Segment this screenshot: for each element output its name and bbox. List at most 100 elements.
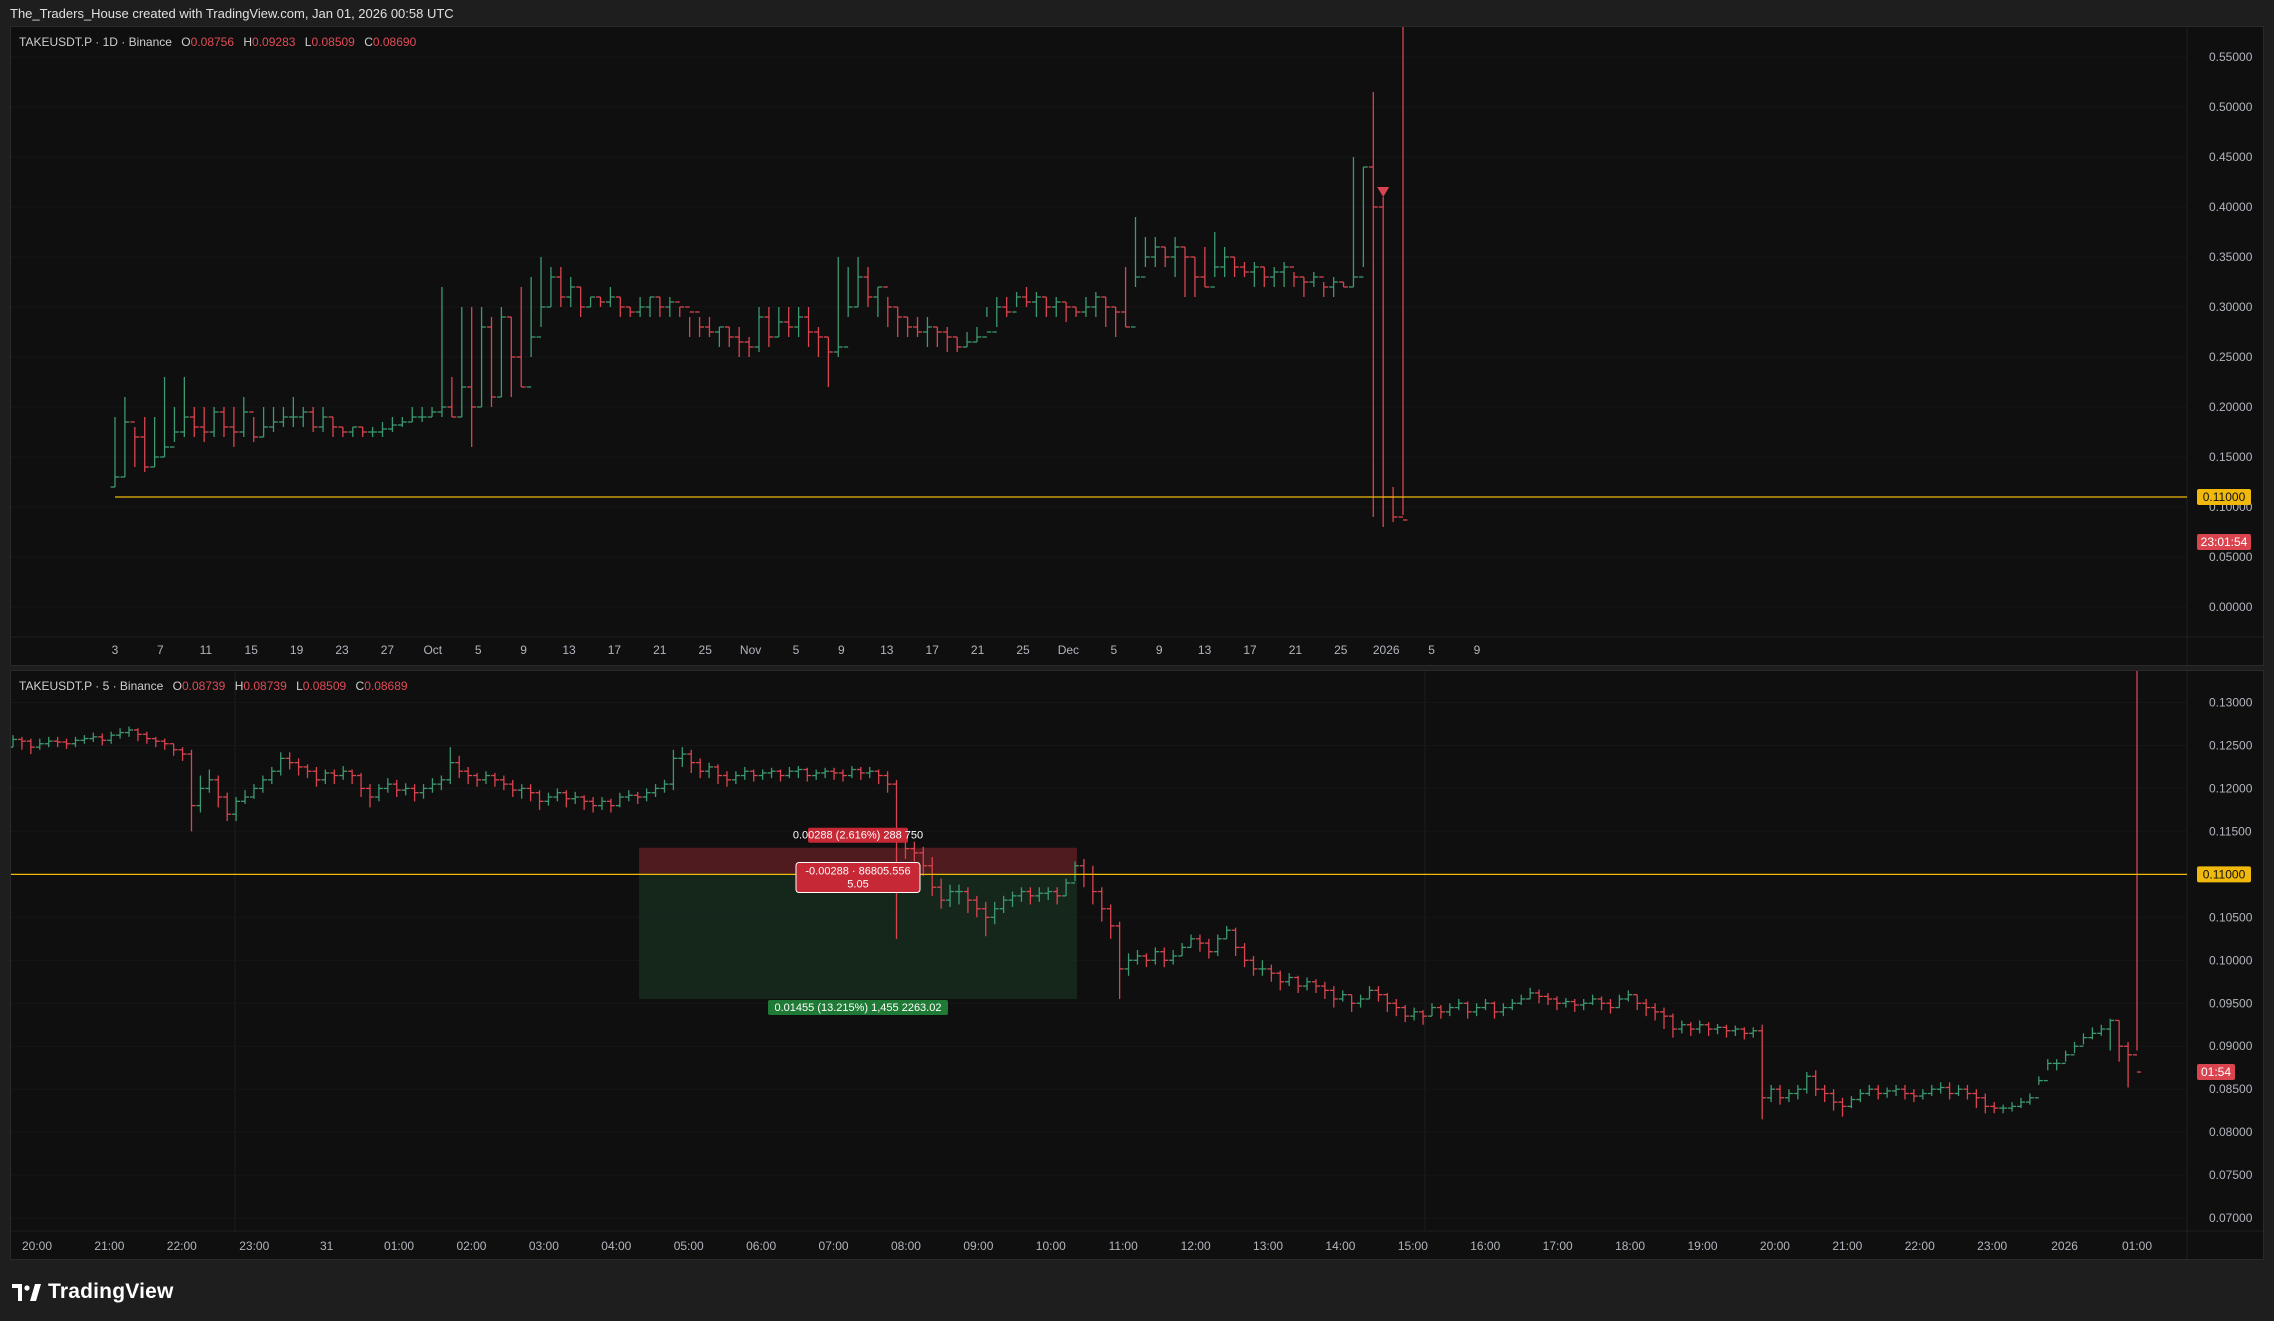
5m-legend: TAKEUSDT.P · 5 · Binance O0.08739 H0.087… xyxy=(19,679,408,693)
price-tick-label: 0.50000 xyxy=(2209,100,2253,114)
ohlc-bar xyxy=(1091,292,1101,317)
time-tick-label: 20:00 xyxy=(22,1239,52,1253)
ohlc-bar xyxy=(1383,992,1392,1012)
ohlc-bar xyxy=(1972,1089,1981,1109)
ohlc-bar xyxy=(785,766,794,779)
price-tick-label: 0.30000 xyxy=(2209,300,2253,314)
ohlc-bar xyxy=(2043,1059,2052,1082)
ohlc-bar xyxy=(1686,1022,1695,1036)
ohlc-bar xyxy=(481,771,491,785)
ohlc-bar xyxy=(1784,1089,1793,1103)
ohlc-bar xyxy=(328,416,338,437)
ohlc-bar xyxy=(2052,1059,2061,1071)
ohlc-bar xyxy=(903,316,913,337)
ohlc-bar xyxy=(229,407,239,447)
ohlc-bar xyxy=(830,767,839,780)
ohlc-bar xyxy=(544,792,553,806)
ohlc-bar xyxy=(1240,262,1249,277)
ohlc-bar xyxy=(1838,1097,1847,1117)
time-tick-label: 9 xyxy=(1156,643,1163,657)
ohlc-bar xyxy=(705,762,714,779)
ohlc-bar xyxy=(1535,989,1544,1004)
ohlc-bar xyxy=(269,407,278,432)
daily-chart-svg[interactable]: 0.55000 0.50000 0.45000 0.40000 0.35000 0.300… xyxy=(11,27,2263,665)
ohlc-bar xyxy=(249,411,259,442)
ohlc-bar xyxy=(407,407,417,423)
ohlc-bar xyxy=(1436,1004,1445,1019)
ohlc-bar xyxy=(140,417,150,472)
ohlc-bar xyxy=(1398,27,1408,521)
5m-low-label: L xyxy=(296,679,303,693)
ohlc-bar xyxy=(1936,1082,1945,1094)
ohlc-bar xyxy=(1758,1024,1767,1120)
ohlc-bar xyxy=(1642,998,1651,1017)
ohlc-bar xyxy=(1285,973,1294,987)
daily-time-scale: 3 7 11 15 19 23 27 Oct 5 9 13 17 21 25 Nov 5 9 13 17 21 25 De… xyxy=(112,643,1481,657)
time-tick-label: 18:00 xyxy=(1615,1239,1645,1253)
ohlc-bar xyxy=(1419,1010,1428,1025)
ohlc-bar xyxy=(401,783,410,796)
footer: TradingView xyxy=(0,1262,2274,1321)
ohlc-bar xyxy=(1981,1093,1990,1114)
ohlc-bar xyxy=(615,792,624,808)
ohlc-bar xyxy=(1704,1022,1713,1036)
time-tick-label: 21 xyxy=(1289,643,1303,657)
ohlc-bar xyxy=(794,766,803,779)
ohlc-bar xyxy=(695,311,705,337)
ohlc-bar xyxy=(767,767,776,779)
ohlc-bar xyxy=(2115,1019,2124,1062)
ohlc-bar xyxy=(1633,994,1642,1011)
ohlc-bar xyxy=(1963,1084,1972,1100)
ohlc-bar xyxy=(318,407,328,432)
5m-low-value: 0.08509 xyxy=(302,679,347,693)
5m-chart-panel[interactable]: TAKEUSDT.P · 5 · Binance O0.08739 H0.087… xyxy=(10,670,2264,1260)
time-tick-label: 23:00 xyxy=(1977,1239,2007,1253)
ohlc-bar xyxy=(517,784,526,799)
daily-chart-panel[interactable]: TAKEUSDT.P · 1D · Binance O0.08756 H0.09… xyxy=(10,26,2264,666)
ohlc-bar xyxy=(312,766,321,787)
time-tick-label: 12:00 xyxy=(1181,1239,1211,1253)
time-tick-label: 21:00 xyxy=(1832,1239,1862,1253)
price-tick-label: 0.55000 xyxy=(2209,50,2253,64)
ohlc-bar xyxy=(571,791,580,804)
ohlc-bar xyxy=(724,326,734,347)
ohlc-bar xyxy=(516,287,526,388)
time-tick-label: 25 xyxy=(1016,643,1030,657)
ohlc-bar xyxy=(1378,197,1388,527)
ohlc-bar xyxy=(1133,949,1142,965)
time-tick-label: 7 xyxy=(157,643,164,657)
time-tick-label: 22:00 xyxy=(167,1239,197,1253)
ohlc-bar xyxy=(1289,266,1299,287)
ohlc-bar xyxy=(685,306,695,337)
5m-chart-svg[interactable]: 0.00288 (2.616%) 288 750 -0.00288 · 86805… xyxy=(11,671,2263,1259)
ohlc-bar xyxy=(17,736,26,750)
ohlc-bar xyxy=(606,798,615,813)
time-tick-label: 9 xyxy=(838,643,845,657)
ohlc-bar xyxy=(1918,1089,1927,1100)
daily-high-value: 0.09283 xyxy=(252,35,296,49)
ohlc-bar xyxy=(1151,947,1160,965)
ohlc-bar xyxy=(893,306,903,337)
ohlc-bar xyxy=(1820,1084,1829,1103)
ohlc-bar xyxy=(942,327,952,352)
price-tick-label: 0.05000 xyxy=(2209,550,2253,564)
ohlc-bar xyxy=(241,790,250,804)
ohlc-bar xyxy=(740,766,749,780)
price-tick-label: 0.08000 xyxy=(2209,1125,2253,1139)
ohlc-bar xyxy=(794,307,804,337)
time-tick-label: 09:00 xyxy=(963,1239,993,1253)
ohlc-bar xyxy=(1169,949,1178,965)
ohlc-bar xyxy=(447,377,457,418)
ohlc-bar xyxy=(1031,292,1041,317)
ohlc-bar xyxy=(714,326,724,347)
ohlc-bar xyxy=(734,327,744,357)
5m-high-value: 0.08739 xyxy=(243,679,287,693)
ohlc-bar xyxy=(110,417,120,488)
ohlc-bar xyxy=(417,407,427,422)
ohlc-bar xyxy=(2070,1041,2079,1056)
tradingview-logo[interactable]: TradingView xyxy=(12,1280,174,1304)
ohlc-bar xyxy=(556,267,566,307)
ohlc-bar xyxy=(758,769,767,780)
ohlc-bar xyxy=(196,775,205,813)
ohlc-bar xyxy=(812,769,821,780)
